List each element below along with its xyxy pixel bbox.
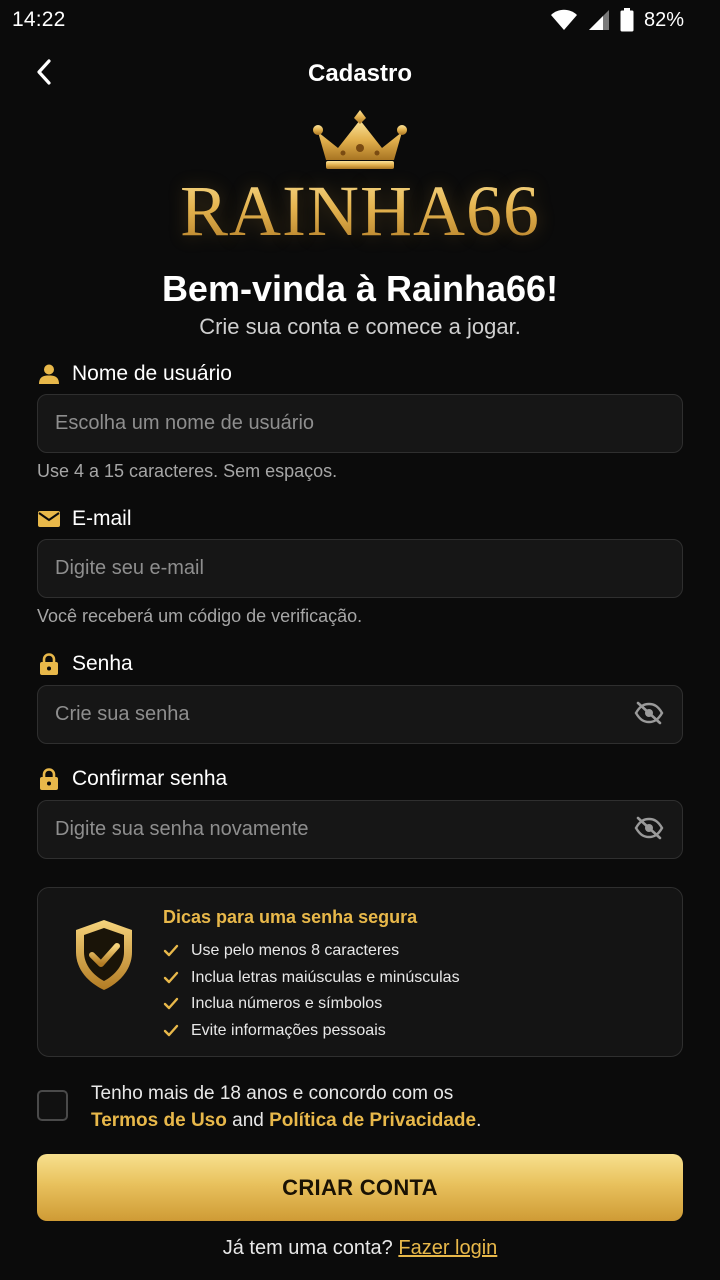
status-bar: 14:22 82% (0, 0, 720, 40)
brand-logo: RAINHA66 (160, 108, 560, 251)
tip-text: Evite informações pessoais (191, 1021, 386, 1039)
password-tips-panel: Dicas para uma senha segura Use pelo men… (37, 887, 683, 1057)
email-field-box (37, 539, 683, 598)
login-link[interactable]: Fazer login (398, 1237, 497, 1259)
eye-off-icon (634, 816, 664, 845)
app-header: Cadastro (0, 52, 720, 96)
terms-line-1: Tenho mais de 18 anos e concordo com os (91, 1083, 454, 1104)
wifi-icon (550, 9, 578, 31)
status-icons: 82% (550, 8, 684, 32)
tip-item: Evite informações pessoais (163, 1018, 460, 1045)
email-label-text: E-mail (72, 507, 132, 530)
tip-text: Inclua números e símbolos (191, 995, 383, 1013)
terms-of-use-link[interactable]: Termos de Uso (91, 1110, 227, 1131)
eye-off-icon (634, 701, 664, 730)
have-account-text: Já tem uma conta? (222, 1237, 393, 1259)
username-helper: Use 4 a 15 caracteres. Sem espaços. (37, 461, 338, 481)
welcome-subtitle: Crie sua conta e comece a jogar. (199, 314, 521, 339)
password-input[interactable] (38, 686, 682, 743)
tip-item: Inclua letras maiúsculas e minúsculas (163, 965, 460, 992)
login-prompt: Já tem uma conta? Fazer login (0, 1237, 720, 1260)
check-icon (163, 1024, 191, 1038)
password-label-text: Senha (72, 652, 133, 675)
user-icon (38, 363, 60, 385)
status-time: 14:22 (12, 8, 66, 31)
tip-item: Use pelo menos 8 caracteres (163, 938, 460, 965)
signal-icon (588, 9, 610, 31)
check-icon (163, 971, 191, 985)
toggle-confirm-password-visibility-button[interactable] (634, 816, 664, 844)
privacy-policy-link[interactable]: Política de Privacidade (269, 1110, 476, 1131)
username-label-text: Nome de usuário (72, 362, 232, 385)
battery-percentage: 82% (643, 8, 684, 31)
battery-icon (620, 8, 634, 32)
terms-period: . (476, 1110, 482, 1131)
check-icon (163, 997, 191, 1011)
create-account-button[interactable]: CRIAR CONTA (37, 1154, 683, 1221)
terms-line-2: Termos de Uso and Política de Privacidad… (91, 1107, 481, 1134)
password-label: Senha (38, 652, 133, 676)
confirm-password-label-text: Confirmar senha (72, 767, 228, 790)
terms-and-text: and (232, 1110, 264, 1131)
email-input[interactable] (38, 540, 682, 597)
tip-item: Inclua números e símbolos (163, 991, 460, 1018)
password-field-box (37, 685, 683, 744)
tip-text: Use pelo menos 8 caracteres (191, 942, 400, 960)
mail-icon (38, 508, 60, 530)
confirm-password-field-box (37, 800, 683, 859)
toggle-password-visibility-button[interactable] (634, 701, 664, 729)
page-title: Cadastro (307, 60, 413, 87)
welcome-title: Bem-vinda à Rainha66! (161, 268, 559, 309)
check-icon (163, 944, 191, 958)
username-input[interactable] (38, 395, 682, 452)
username-field-box (37, 394, 683, 453)
lock-icon (38, 768, 60, 790)
terms-text: Tenho mais de 18 anos e concordo com os … (91, 1080, 481, 1134)
brand-logo-text: RAINHA66 (160, 170, 560, 253)
confirm-password-input[interactable] (38, 801, 682, 858)
terms-checkbox[interactable] (37, 1090, 68, 1121)
tips-list: Use pelo menos 8 caracteres Inclua letra… (163, 938, 460, 1044)
email-helper: Você receberá um código de verificação. (37, 606, 363, 626)
username-label: Nome de usuário (38, 362, 232, 386)
tip-text: Inclua letras maiúsculas e minúsculas (191, 968, 460, 986)
shield-check-icon (73, 918, 135, 997)
email-label: E-mail (38, 507, 132, 531)
crown-icon (310, 110, 410, 177)
confirm-password-label: Confirmar senha (38, 767, 227, 791)
lock-icon (38, 653, 60, 675)
tips-title: Dicas para uma senha segura (163, 907, 418, 927)
